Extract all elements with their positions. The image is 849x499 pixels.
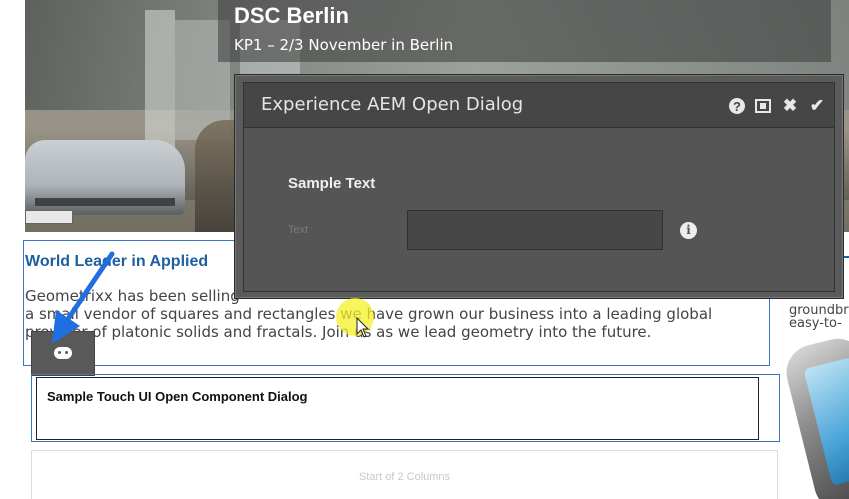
dialog-body: Sample Text Text i	[243, 128, 835, 292]
hero-car	[25, 140, 185, 215]
help-icon[interactable]: ?	[729, 98, 745, 114]
columns-label: Start of 2 Columns	[358, 471, 451, 483]
fullscreen-icon[interactable]	[754, 97, 772, 115]
dialog-header[interactable]: Experience AEM Open Dialog ? ✖ ✔	[243, 82, 835, 128]
hero-subtitle: KP1 – 2/3 November in Berlin	[234, 36, 454, 54]
right-column-line: easy-to-	[789, 316, 842, 331]
checkmark-icon[interactable]: ✔	[808, 96, 826, 115]
text-field-input[interactable]	[407, 210, 663, 250]
annotation-arrow	[52, 251, 115, 344]
info-icon[interactable]: i	[680, 222, 697, 239]
hero-license-plate	[25, 210, 73, 224]
dialog-actions: ? ✖ ✔	[729, 95, 826, 117]
text-field-label: Text	[288, 224, 309, 236]
hero-building	[145, 10, 175, 160]
sample-component[interactable]	[36, 377, 759, 440]
phone-screen	[803, 357, 849, 486]
close-icon[interactable]: ✖	[781, 96, 799, 115]
right-column-text: groundbr easy-to-	[789, 304, 849, 330]
dialog-section-title: Sample Text	[288, 175, 376, 192]
phone-image	[780, 332, 849, 499]
dialog-title: Experience AEM Open Dialog	[261, 94, 524, 115]
gamepad-icon	[54, 347, 72, 359]
mouse-pointer-icon	[356, 317, 370, 338]
component-dialog: Experience AEM Open Dialog ? ✖ ✔ Sample …	[234, 74, 844, 299]
hero-title: DSC Berlin	[234, 3, 349, 28]
columns-component[interactable]: Start of 2 Columns	[31, 450, 778, 499]
sample-component-title: Sample Touch UI Open Component Dialog	[47, 389, 308, 404]
